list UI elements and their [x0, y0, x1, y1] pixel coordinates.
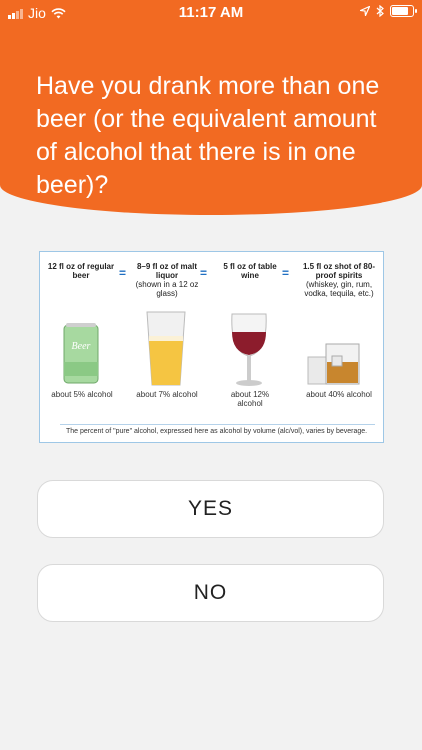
divider	[60, 424, 375, 425]
status-bar: Jio 11:17 AM	[0, 0, 422, 26]
malt-percent: about 7% alcohol	[136, 390, 198, 399]
status-right	[360, 5, 417, 17]
malt-liquor-glass-icon	[146, 311, 186, 386]
wine-percent: about 12% alcohol	[230, 390, 270, 408]
battery-icon	[390, 5, 417, 17]
question-text: Have you drank more than one beer (or th…	[36, 72, 380, 199]
clock: 11:17 AM	[178, 4, 244, 21]
can-label: Beer	[72, 341, 91, 352]
wine-glass-icon	[231, 313, 267, 386]
drink-illustrations: Beer	[63, 311, 360, 386]
infographic-footnote: The percent of "pure" alcohol, expressed…	[66, 428, 368, 435]
alcohol-equivalence-infographic: 12 fl oz of regular beer = 8–9 fl oz of …	[39, 251, 384, 443]
yes-button[interactable]: YES	[37, 480, 384, 538]
spirits-glass-icon	[307, 343, 360, 385]
spirits-percent: about 40% alcohol	[306, 390, 372, 399]
beer-can-icon: Beer	[63, 323, 99, 384]
battery-level	[392, 7, 408, 15]
no-button[interactable]: NO	[37, 564, 384, 622]
location-icon	[360, 6, 370, 16]
bluetooth-icon	[376, 5, 384, 17]
beer-percent: about 5% alcohol	[51, 390, 113, 399]
